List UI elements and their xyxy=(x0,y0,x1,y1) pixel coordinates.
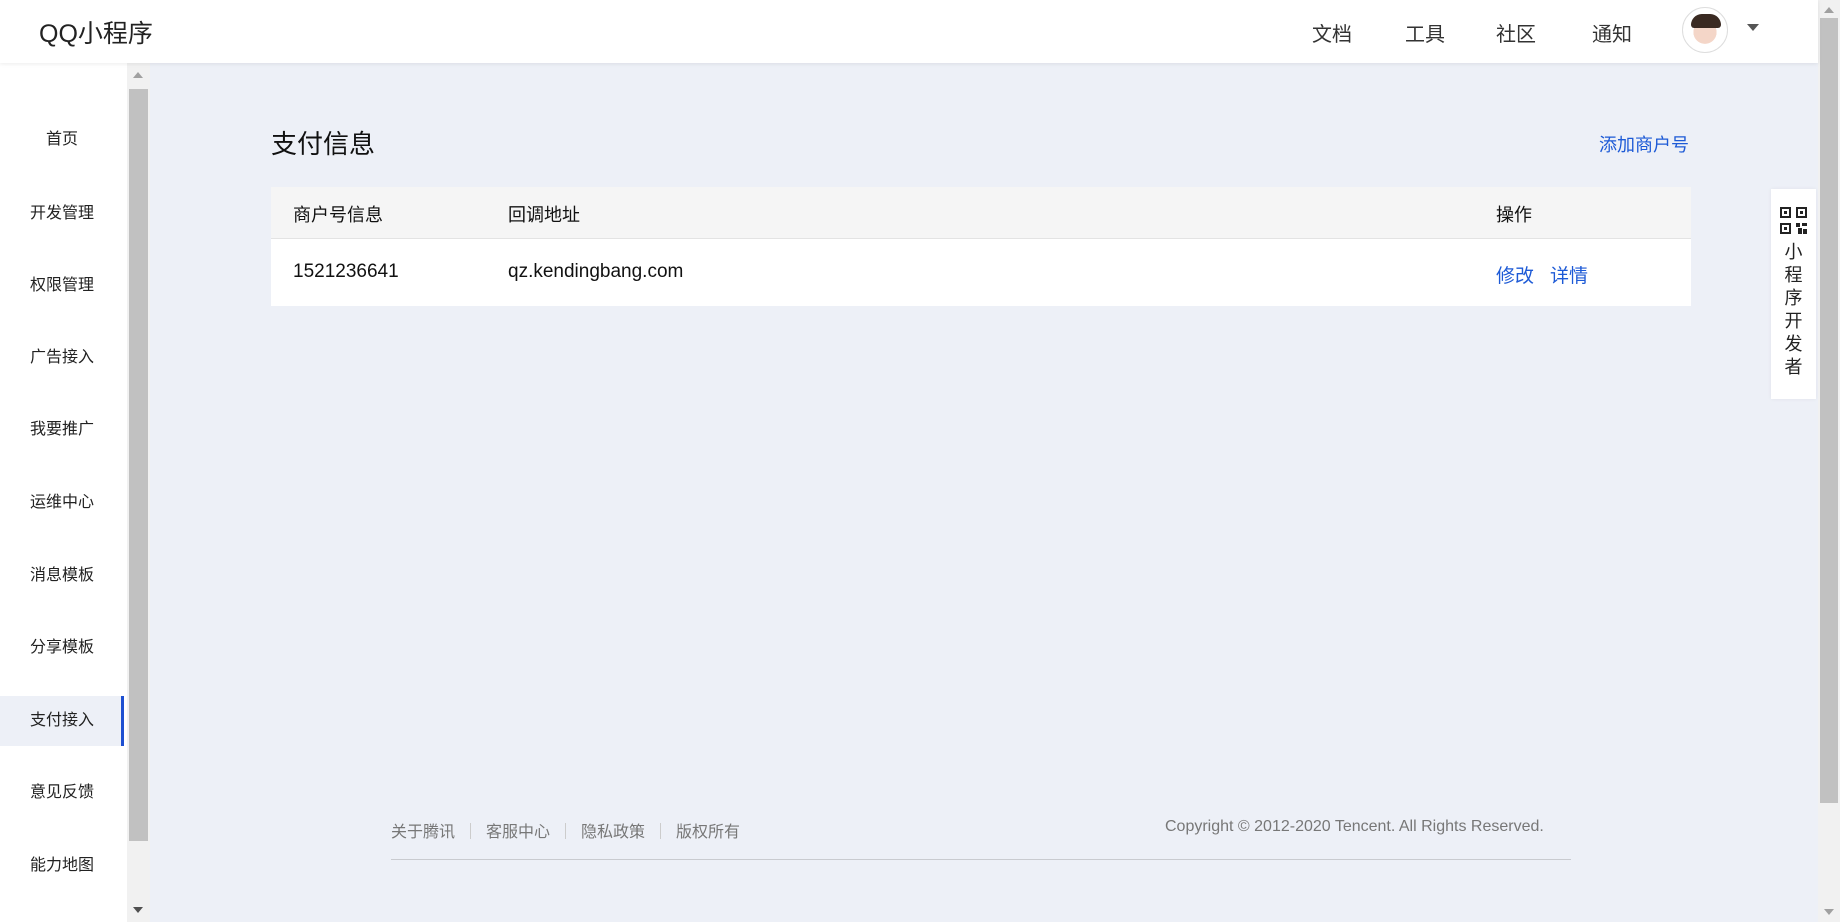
copyright-text: Copyright © 2012-2020 Tencent. All Right… xyxy=(1165,818,1544,835)
scroll-up-icon[interactable] xyxy=(1824,7,1834,13)
edit-button[interactable]: 修改 xyxy=(1496,261,1534,288)
top-header: QQ小程序 文档 工具 社区 通知 xyxy=(0,0,1818,63)
header-callback-url: 回调地址 xyxy=(508,205,580,225)
widget-char: 发 xyxy=(1784,334,1803,354)
footer-divider xyxy=(660,823,662,839)
table-header: 商户号信息 回调地址 操作 xyxy=(271,187,1691,239)
sidebar-item-capability-map[interactable]: 能力地图 xyxy=(0,841,124,891)
footer-divider xyxy=(470,823,472,839)
add-merchant-link[interactable]: 添加商户号 xyxy=(1599,131,1689,157)
page-scroll-thumb[interactable] xyxy=(1820,18,1838,803)
sidebar-item-payment[interactable]: 支付接入 xyxy=(0,696,124,746)
sidebar-item-dev-management[interactable]: 开发管理 xyxy=(0,189,124,239)
page-scrollbar[interactable] xyxy=(1818,0,1840,922)
sidebar-item-feedback[interactable]: 意见反馈 xyxy=(0,768,124,818)
sidebar-item-permissions[interactable]: 权限管理 xyxy=(0,261,124,311)
sidebar-scrollbar[interactable] xyxy=(127,63,150,922)
footer-divider xyxy=(565,823,567,839)
chevron-down-icon[interactable] xyxy=(1747,24,1759,31)
brand-logo[interactable]: QQ小程序 xyxy=(39,14,153,50)
scroll-down-icon[interactable] xyxy=(1824,909,1834,915)
details-button[interactable]: 详情 xyxy=(1550,261,1588,288)
avatar-hair xyxy=(1691,14,1721,28)
qr-code-icon xyxy=(1780,207,1807,234)
footer-links: 关于腾讯 客服中心 隐私政策 版权所有 xyxy=(391,818,740,842)
avatar[interactable] xyxy=(1682,7,1728,53)
footer-divider-line xyxy=(391,859,1571,860)
widget-char: 者 xyxy=(1784,357,1803,377)
footer-link-privacy[interactable]: 隐私政策 xyxy=(581,824,645,841)
sidebar-item-message-templates[interactable]: 消息模板 xyxy=(0,551,124,601)
footer-link-support[interactable]: 客服中心 xyxy=(486,824,550,841)
scroll-up-icon[interactable] xyxy=(133,72,143,78)
scroll-down-icon[interactable] xyxy=(133,907,143,913)
sidebar-scroll-thumb[interactable] xyxy=(129,89,148,841)
header-merchant-info: 商户号信息 xyxy=(293,205,383,225)
widget-char: 小 xyxy=(1784,242,1803,262)
footer-link-about[interactable]: 关于腾讯 xyxy=(391,824,455,841)
sidebar-item-share-templates[interactable]: 分享模板 xyxy=(0,623,124,673)
widget-char: 开 xyxy=(1784,311,1803,331)
nav-notifications[interactable]: 通知 xyxy=(1592,18,1632,47)
widget-char: 序 xyxy=(1784,288,1803,308)
payment-table: 商户号信息 回调地址 操作 1521236641 qz.kendingbang.… xyxy=(271,187,1691,306)
sidebar-item-home[interactable]: 首页 xyxy=(0,115,124,165)
nav-docs[interactable]: 文档 xyxy=(1312,18,1352,47)
header-actions: 操作 xyxy=(1496,205,1532,225)
developer-widget[interactable]: 小 程 序 开 发 者 xyxy=(1771,189,1816,399)
sidebar: 首页 开发管理 权限管理 广告接入 我要推广 运维中心 消息模板 分享模板 支付… xyxy=(0,63,127,922)
sidebar-item-ads[interactable]: 广告接入 xyxy=(0,333,124,383)
nav-community[interactable]: 社区 xyxy=(1496,18,1536,47)
footer-link-copyright[interactable]: 版权所有 xyxy=(676,824,740,841)
nav-tools[interactable]: 工具 xyxy=(1405,18,1445,47)
callback-url: qz.kendingbang.com xyxy=(508,261,684,282)
sidebar-item-promotion[interactable]: 我要推广 xyxy=(0,405,124,455)
widget-char: 程 xyxy=(1784,265,1803,285)
sidebar-item-operations[interactable]: 运维中心 xyxy=(0,478,124,528)
page-title: 支付信息 xyxy=(271,129,376,159)
merchant-id: 1521236641 xyxy=(293,261,399,282)
developer-widget-label: 小 程 序 开 发 者 xyxy=(1771,241,1816,379)
table-row: 1521236641 qz.kendingbang.com 修改 详情 xyxy=(271,239,1691,306)
